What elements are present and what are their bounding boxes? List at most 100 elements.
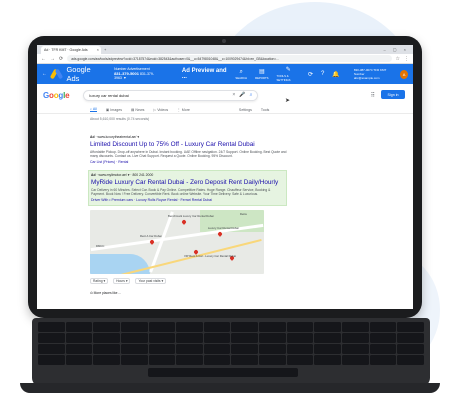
keyboard-keys — [38, 322, 424, 366]
map-label: Deira — [240, 211, 247, 216]
google-ads-logo-icon — [49, 68, 64, 80]
user-info: 830-387-0074 TFR KMT Number abc@example.… — [353, 68, 387, 80]
search-query: luxury car rental dubai — [89, 92, 129, 98]
tool-search[interactable]: ⌕ SEARCH — [235, 69, 247, 80]
map-label: VIP Rent A Car - Luxury Car Rental Dubai — [184, 253, 236, 258]
keyboard-key — [342, 322, 369, 332]
keyboard-key — [231, 344, 259, 354]
window-controls[interactable]: – ▢ × — [383, 47, 413, 52]
tab-more[interactable]: ⋮ More — [177, 108, 190, 112]
keyboard-key — [342, 344, 369, 354]
tab-tools[interactable]: Tools — [261, 108, 269, 112]
tab-settings[interactable]: Settings — [239, 108, 252, 112]
ad-url-line[interactable]: Ad · www.luxurytheatrental.ae/ ▾ — [90, 135, 287, 139]
ad-headline[interactable]: Limited Discount Up to 75% Off - Luxury … — [90, 141, 287, 149]
keyboard-key — [176, 344, 203, 354]
keyboard-key — [231, 333, 259, 343]
tab-images[interactable]: ▣ Images — [106, 108, 122, 112]
account-id: 831-379-5001 — [114, 70, 139, 76]
keyboard-key — [203, 322, 231, 332]
keyboard-key — [286, 322, 314, 332]
star-icon[interactable]: ☆ — [396, 56, 400, 62]
keyboard-key — [259, 322, 286, 332]
reports-icon: ▤ — [258, 68, 265, 75]
keyboard-key — [203, 344, 231, 354]
sign-in-button[interactable]: Sign in — [381, 90, 405, 99]
tablet-screen: Ad · TFR KMT · Google Ads × + – ▢ × ← → … — [37, 45, 413, 309]
local-filters: Rating ▾ Hours ▾ Your past visits ▾ — [90, 277, 287, 284]
keyboard-key — [65, 355, 93, 365]
marketing-illustration: Ad · TFR KMT · Google Ads × + – ▢ × ← → … — [0, 0, 458, 416]
keyboard-key — [397, 355, 424, 365]
tab-videos[interactable]: ▷ Videos — [153, 108, 168, 112]
trackpad — [148, 368, 298, 377]
ad-badge: Ad — [91, 172, 96, 177]
map-label: Benchmark Luxury Car Rental Dubai — [168, 213, 214, 218]
url-field[interactable]: ads.google.com/aw/tools/adpreview?ocid=3… — [67, 55, 392, 62]
google-ads-header: ← Google Ads Number Advertisement 831-37… — [37, 64, 413, 84]
browser-tab[interactable]: Ad · TFR KMT · Google Ads × — [41, 45, 101, 54]
refresh-icon[interactable]: ⟳ — [308, 71, 313, 78]
search-icon[interactable]: ⌕ — [250, 92, 253, 98]
keyboard-key — [176, 355, 203, 365]
more-places-link[interactable]: ⊙ More places like ... — [90, 291, 287, 295]
keyboard-key — [120, 322, 148, 332]
account-selector[interactable]: Number Advertisement 831-379-5001 831-37… — [114, 67, 163, 81]
back-arrow-icon[interactable]: ← — [42, 71, 47, 77]
keyboard-key — [148, 322, 176, 332]
keyboard-key — [38, 344, 65, 354]
keyboard-key — [93, 355, 120, 365]
ad-sitelink[interactable]: Car List (Prices) · Rental — [90, 160, 287, 164]
back-arrow-icon[interactable]: ← — [41, 56, 46, 62]
filter-hours[interactable]: Hours ▾ — [113, 277, 131, 284]
tool-settings[interactable]: ✎ TOOLS & SETTINGS — [277, 67, 300, 82]
keyboard-key — [65, 322, 93, 332]
new-tab-icon[interactable]: + — [104, 47, 106, 52]
ad-result-1: Ad · www.luxurytheatrental.ae/ ▾ Limited… — [90, 135, 287, 164]
keyboard-key — [148, 355, 176, 365]
avatar[interactable]: A — [400, 69, 409, 79]
tab-news[interactable]: ▤ News — [131, 108, 144, 112]
forward-arrow-icon[interactable]: → — [50, 56, 55, 62]
map-pin-icon[interactable] — [181, 218, 187, 225]
reload-icon[interactable]: ⟳ — [59, 56, 63, 62]
filter-rating[interactable]: Rating ▾ — [90, 277, 109, 284]
keyboard-key — [176, 333, 203, 343]
search-input[interactable]: luxury car rental dubai × 🎤 ⌕ — [83, 89, 259, 101]
clear-icon[interactable]: × — [232, 92, 235, 98]
ad-url-line[interactable]: Ad · www.mylimotor.ae/ ▾ · 800 241 2000 — [91, 173, 284, 177]
keyboard-key — [203, 355, 231, 365]
map-label: Rent A Car Dubai — [140, 233, 162, 238]
keyboard-key — [314, 344, 342, 354]
tool-reports[interactable]: ▤ REPORTS — [255, 69, 268, 80]
search-results: Ad · www.luxurytheatrental.ae/ ▾ Limited… — [37, 135, 287, 295]
keyboard-base — [20, 383, 440, 393]
apps-grid-icon[interactable]: ⠿ — [371, 92, 375, 99]
keyboard-key — [38, 322, 65, 332]
ad-headline[interactable]: MyRide Luxury Car Rental Dubai - Zero De… — [91, 179, 284, 187]
mouse-cursor-icon: ➤ — [285, 98, 291, 104]
search-tabs: ⌕ All ▣ Images ▤ News ▷ Videos ⋮ More Se… — [37, 106, 413, 114]
mic-icon[interactable]: 🎤 — [239, 92, 245, 98]
ad-description: Car Delivery in 60 Minutes. Select Car. … — [91, 187, 271, 197]
google-logo[interactable]: Google — [43, 91, 70, 100]
keyboard-key — [93, 333, 120, 343]
keyboard-key — [259, 344, 286, 354]
keyboard-key — [314, 333, 342, 343]
keyboard-key — [65, 333, 93, 343]
tab-all[interactable]: ⌕ All — [90, 107, 97, 112]
notifications-icon[interactable]: 🔔 — [332, 71, 339, 78]
filter-past-visits[interactable]: Your past visits ▾ — [135, 277, 167, 284]
tab-close-icon[interactable]: × — [97, 47, 101, 52]
keyboard-key — [203, 333, 231, 343]
keyboard-key — [259, 355, 286, 365]
keyboard-key — [38, 333, 65, 343]
ad-sitelink[interactable]: Driver With • Premium cars · Luxury Roll… — [91, 198, 284, 202]
keyboard-key — [259, 333, 286, 343]
local-results-map[interactable]: Benchmark Luxury Car Rental Dubai Luxury… — [90, 209, 264, 274]
menu-dots-icon[interactable]: ⋮ — [404, 56, 409, 62]
keyboard-key — [397, 333, 424, 343]
keyboard-key — [369, 355, 397, 365]
keyboard-key — [65, 344, 93, 354]
help-icon[interactable]: ? — [321, 71, 324, 77]
